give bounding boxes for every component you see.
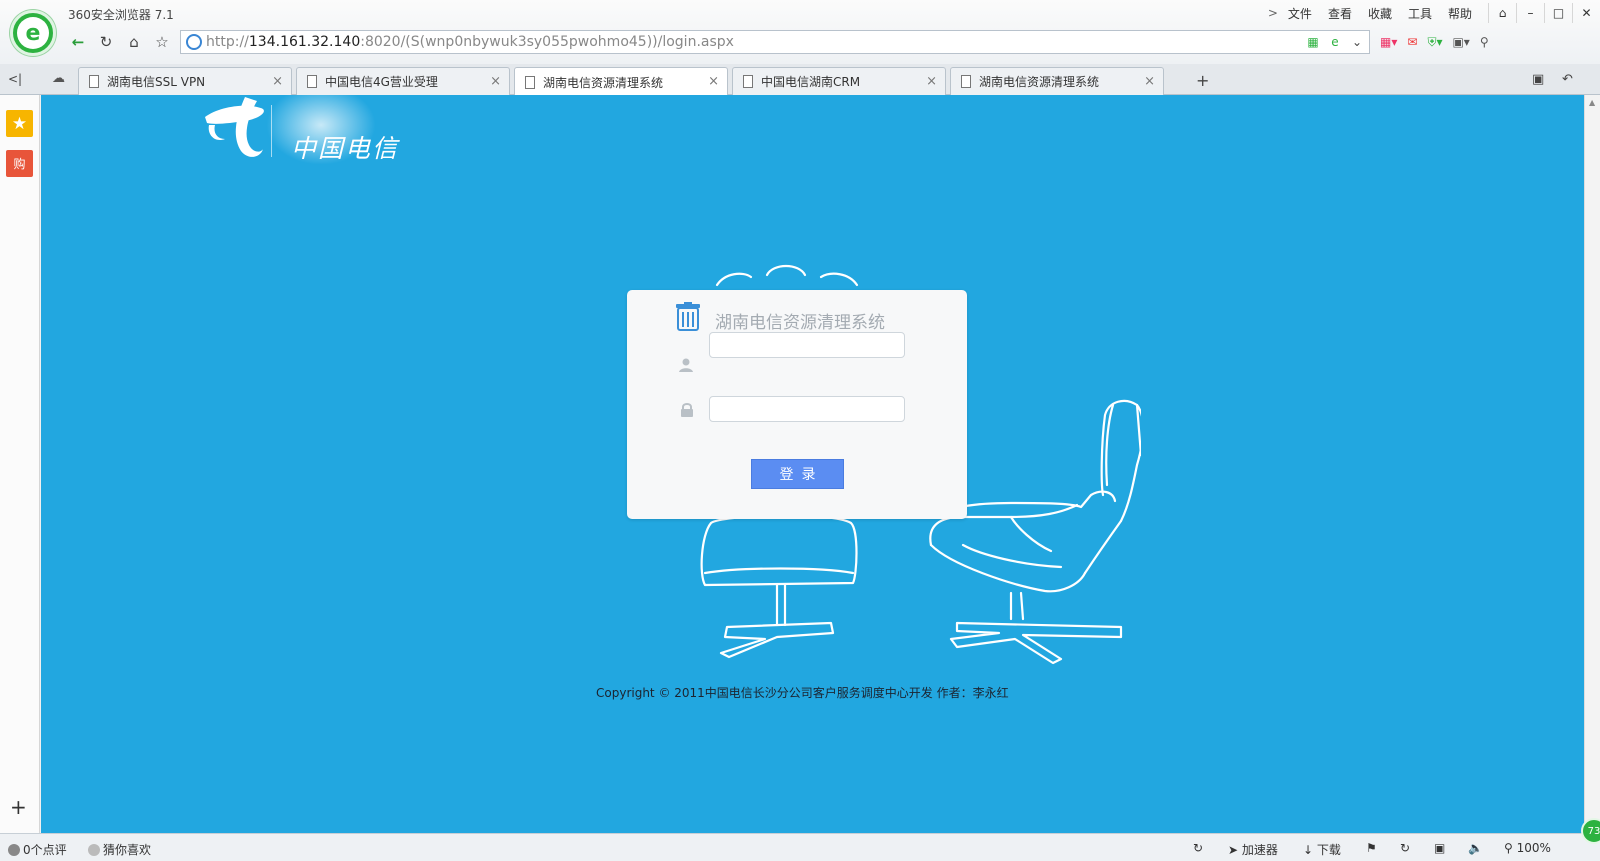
cloud-icon[interactable]: ☁ xyxy=(52,71,70,87)
accelerator-button[interactable]: ➤ 加速器 xyxy=(1228,841,1278,858)
logo-divider xyxy=(271,105,272,157)
status-bar: 0个点评 猜你喜欢 ↻ ➤ 加速器 ↓ 下载 ⚑ ↻ ▣ 🔈 ⚲ 100% xyxy=(0,833,1600,861)
menu-favorites[interactable]: 收藏 xyxy=(1368,5,1392,22)
close-tab-icon[interactable]: × xyxy=(708,74,719,89)
skin-button[interactable]: ⌂ xyxy=(1488,3,1516,23)
notification-badge[interactable]: 73 xyxy=(1581,818,1600,844)
minimize-button[interactable]: – xyxy=(1516,3,1544,23)
home-icon[interactable]: ⌂ xyxy=(120,29,148,55)
tab-list-icon[interactable]: ▣ xyxy=(1532,72,1544,87)
back-icon[interactable]: ← xyxy=(64,29,92,55)
search-icon[interactable]: ⚲ xyxy=(1480,35,1489,49)
page-icon xyxy=(525,75,535,89)
tab-hunan-crm[interactable]: 中国电信湖南CRM × xyxy=(732,67,946,95)
menu-bar: > 文件 查看 收藏 工具 帮助 ⌂ – □ ✕ xyxy=(1268,3,1600,23)
comments-item[interactable]: 0个点评 xyxy=(8,841,67,858)
undo-close-icon[interactable]: ↶ xyxy=(1562,72,1573,87)
add-sidebar-item-button[interactable]: + xyxy=(10,795,27,819)
password-input[interactable] xyxy=(709,396,905,422)
favorites-star-icon[interactable]: ★ xyxy=(6,110,33,137)
sidebar-toggle-icon[interactable]: <| xyxy=(8,72,26,88)
ie-mode-icon[interactable]: e xyxy=(1327,34,1343,50)
tab-label: 湖南电信资源清理系统 xyxy=(979,75,1100,89)
flag-icon[interactable]: ⚑ xyxy=(1366,841,1377,855)
close-tab-icon[interactable]: × xyxy=(1144,74,1155,89)
download-button[interactable]: ↓ 下载 xyxy=(1303,841,1341,858)
tab-label: 中国电信4G营业受理 xyxy=(325,75,438,89)
browser-logo-icon[interactable]: e xyxy=(10,10,56,56)
comment-icon xyxy=(8,843,20,856)
close-tab-icon[interactable]: × xyxy=(490,74,501,89)
browser-sidebar: ★ 购 + xyxy=(0,95,40,833)
chevron-right-icon[interactable]: > xyxy=(1268,6,1278,20)
menu-view[interactable]: 查看 xyxy=(1328,5,1352,22)
tab-label: 中国电信湖南CRM xyxy=(761,75,861,89)
ie-icon[interactable]: ↻ xyxy=(1193,841,1203,855)
close-tab-icon[interactable]: × xyxy=(272,74,283,89)
zoom-icon: ⚲ xyxy=(1504,841,1517,855)
dropdown-icon[interactable]: ⌄ xyxy=(1349,34,1365,50)
apps-grid-icon[interactable]: ▦▾ xyxy=(1380,35,1397,49)
tab-bar: <| ☁ 湖南电信SSL VPN × 中国电信4G营业受理 × 湖南电信资源清理… xyxy=(0,64,1600,96)
menu-tools[interactable]: 工具 xyxy=(1408,5,1432,22)
mail-icon[interactable]: ✉ xyxy=(1407,35,1417,49)
login-button[interactable]: 登录 xyxy=(751,459,844,489)
close-window-button[interactable]: ✕ xyxy=(1572,3,1600,23)
tab-4g-business[interactable]: 中国电信4G营业受理 × xyxy=(296,67,510,95)
close-tab-icon[interactable]: × xyxy=(926,74,937,89)
copyright-text: Copyright © 2011中国电信长沙分公司客户服务调度中心开发 作者：李… xyxy=(596,686,1009,700)
recommend-icon xyxy=(88,843,100,856)
download-icon: ↓ xyxy=(1303,842,1317,857)
page-icon xyxy=(961,75,971,88)
page-icon xyxy=(743,75,753,88)
tab-label: 湖南电信资源清理系统 xyxy=(543,75,664,90)
rocket-icon: ➤ xyxy=(1228,842,1242,857)
address-url: http://134.161.32.140:8020/(S(wnp0nbywuk… xyxy=(206,34,734,50)
scroll-up-icon[interactable]: ▲ xyxy=(1589,98,1595,107)
zoom-control[interactable]: ⚲ 100% xyxy=(1504,841,1551,855)
username-input[interactable] xyxy=(709,332,905,358)
window-icon[interactable]: ▣ xyxy=(1434,841,1445,855)
page-icon xyxy=(89,75,99,88)
brand-name: 中国电信 xyxy=(291,134,400,163)
tab-ssl-vpn[interactable]: 湖南电信SSL VPN × xyxy=(78,67,292,95)
address-bar[interactable]: http://134.161.32.140:8020/(S(wnp0nbywuk… xyxy=(180,30,1370,54)
lock-icon xyxy=(681,403,693,417)
maximize-button[interactable]: □ xyxy=(1544,3,1572,23)
qr-code-icon[interactable]: ▦ xyxy=(1305,34,1321,50)
tab-label: 湖南电信SSL VPN xyxy=(107,75,206,89)
vertical-scrollbar[interactable]: ▲ xyxy=(1584,95,1600,833)
app-title: 360安全浏览器 7.1 xyxy=(68,8,174,22)
trash-icon xyxy=(676,302,700,331)
shopping-icon[interactable]: 购 xyxy=(6,150,33,177)
browser-topbar: e 360安全浏览器 7.1 > 文件 查看 收藏 工具 帮助 ⌂ – □ ✕ … xyxy=(0,0,1600,64)
page-icon xyxy=(307,75,317,88)
refresh-icon[interactable]: ↻ xyxy=(92,29,120,55)
sound-icon[interactable]: 🔈 xyxy=(1468,841,1483,855)
favorite-star-icon[interactable]: ☆ xyxy=(148,29,176,55)
address-row: ← ↻ ⌂ ☆ http://134.161.32.140:8020/(S(wn… xyxy=(64,29,1600,55)
web-icon[interactable]: ↻ xyxy=(1400,841,1410,855)
menu-help[interactable]: 帮助 xyxy=(1448,5,1472,22)
tab-resource-cleanup[interactable]: 湖南电信资源清理系统 × xyxy=(950,67,1164,95)
system-title: 湖南电信资源清理系统 xyxy=(715,313,885,333)
screenshot-icon[interactable]: ▣▾ xyxy=(1452,35,1469,49)
login-panel: 湖南电信资源清理系统 登录 xyxy=(627,290,967,519)
security-shield-icon[interactable]: ⛨▾ xyxy=(1427,35,1442,50)
new-tab-button[interactable]: + xyxy=(1196,71,1209,90)
guess-you-like-item[interactable]: 猜你喜欢 xyxy=(88,841,151,858)
login-page: 中国电信 湖南电信资源清理系统 登录 Copyright © 2011中国电信长… xyxy=(41,95,1584,833)
globe-icon xyxy=(186,34,202,50)
tab-resource-cleanup-active[interactable]: 湖南电信资源清理系统 × xyxy=(514,67,728,96)
user-icon xyxy=(679,358,693,372)
menu-file[interactable]: 文件 xyxy=(1288,5,1312,22)
